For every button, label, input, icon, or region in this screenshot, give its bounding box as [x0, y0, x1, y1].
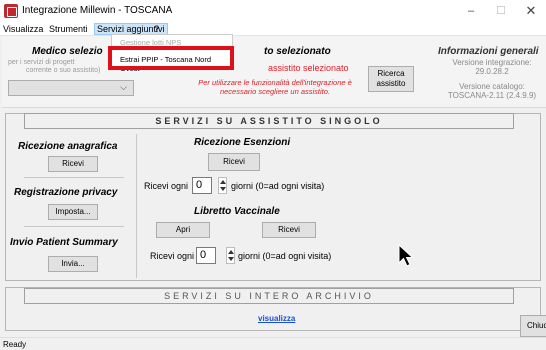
- anagrafica-ricevi-button[interactable]: Ricevi: [48, 156, 98, 172]
- archivio-visualizza-link[interactable]: visualizza: [258, 314, 295, 323]
- privacy-title: Registrazione privacy: [14, 187, 118, 198]
- patient-summary-invia-button[interactable]: Invia...: [48, 256, 98, 272]
- medico-select[interactable]: ⌵: [8, 80, 134, 96]
- esenzioni-ricevi-button[interactable]: Ricevi: [208, 153, 260, 171]
- info-title: Informazioni generali: [438, 46, 539, 57]
- esenzioni-giorni-input[interactable]: 0: [192, 177, 212, 194]
- assistito-warning-line-1: Per utilizzare le funzionalità dell'inte…: [198, 78, 352, 87]
- libretto-giorni-label: giorni (0=ad ogni visita): [238, 251, 332, 261]
- esenzioni-ricevi-ogni-label: Ricevi ogni: [144, 181, 189, 191]
- libretto-spinner[interactable]: [226, 247, 235, 264]
- info-version-label: Versione integrazione:: [452, 58, 532, 67]
- spin-down-icon[interactable]: [228, 257, 234, 261]
- archivio-header-text: SERVIZI SU INTERO ARCHIVIO: [164, 291, 374, 301]
- libretto-apri-button[interactable]: Apri: [156, 222, 210, 238]
- info-catalog-label: Versione catalogo:: [459, 82, 525, 91]
- esenzioni-title: Ricezione Esenzioni: [194, 137, 291, 148]
- anagrafica-title: Ricezione anagrafica: [18, 141, 118, 152]
- esenzioni-giorni-label: giorni (0=ad ogni visita): [231, 181, 325, 191]
- archivio-header: SERVIZI SU INTERO ARCHIVIO: [24, 288, 514, 304]
- singolo-header: SERVIZI SU ASSISTITO SINGOLO: [24, 113, 514, 129]
- libretto-ricevi-button[interactable]: Ricevi: [262, 222, 316, 238]
- status-text: Ready: [3, 340, 27, 349]
- minimize-button[interactable]: –: [456, 3, 486, 19]
- assistito-warning-line-2: necessario scegliere un assistito.: [219, 87, 331, 96]
- libretto-ricevi-ogni-label: Ricevi ogni: [150, 251, 195, 261]
- chiudi-button[interactable]: Chiudi: [520, 315, 546, 337]
- title-bar: Integrazione Millewin - TOSCANA – ☐ ✕: [0, 0, 546, 22]
- patient-summary-title: Invio Patient Summary: [10, 237, 118, 248]
- medico-subtitle-2: corrente o suo assistito): [26, 67, 101, 74]
- assistito-title: to selezionato: [264, 46, 331, 57]
- medico-subtitle-1: per i servizi di progett: [8, 59, 75, 66]
- spin-down-icon[interactable]: [220, 187, 226, 191]
- libretto-giorni-input[interactable]: 0: [196, 247, 216, 264]
- menu-strumenti[interactable]: Strumenti: [47, 23, 90, 35]
- esenzioni-spinner[interactable]: [218, 177, 227, 194]
- window-title: Integrazione Millewin - TOSCANA: [22, 5, 173, 16]
- maximize-button[interactable]: ☐: [486, 3, 516, 19]
- top-info-panel: Medico selezio per i servizi di progett …: [2, 36, 546, 108]
- info-catalog-value: TOSCANA-2.11 (2.4.9.9): [447, 91, 537, 100]
- info-version-value: 29.0.28.2: [475, 67, 509, 76]
- menu-bar: Visualizza Strumenti Servizi aggiuntivi …: [0, 22, 546, 36]
- status-bar: Ready: [0, 337, 546, 350]
- divider: [24, 226, 124, 227]
- menu-visualizza[interactable]: Visualizza: [1, 23, 45, 35]
- mouse-cursor-icon: [398, 244, 414, 267]
- spin-up-icon[interactable]: [220, 180, 226, 184]
- privacy-imposta-button[interactable]: Imposta...: [48, 204, 98, 220]
- ricerca-assistito-button[interactable]: Ricerca assistito: [368, 66, 414, 92]
- spin-up-icon[interactable]: [228, 250, 234, 254]
- chevron-down-icon: ⌵: [120, 82, 127, 92]
- close-button[interactable]: ✕: [516, 3, 546, 19]
- libretto-title: Libretto Vaccinale: [194, 206, 280, 217]
- vertical-divider: [136, 134, 137, 278]
- singolo-header-text: SERVIZI SU ASSISTITO SINGOLO: [155, 116, 383, 126]
- medico-title: Medico selezio: [32, 46, 103, 57]
- app-icon: [4, 4, 18, 18]
- divider: [24, 177, 124, 178]
- highlight-box: [108, 46, 234, 70]
- assistito-status: assistito selezionato: [268, 63, 349, 73]
